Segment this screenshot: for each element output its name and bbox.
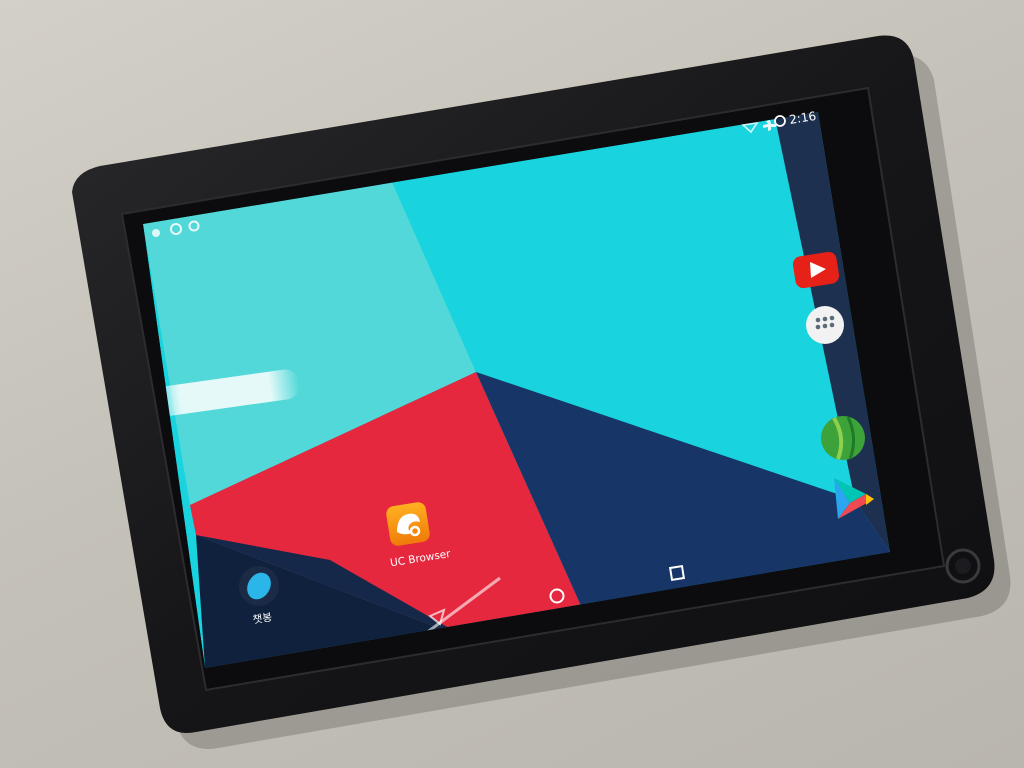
download-icon xyxy=(152,229,160,237)
photo-scene: 2:16 UC Browser 챗봉 xyxy=(0,0,1024,768)
dock-youtube[interactable] xyxy=(792,251,840,289)
tablet-photo: 2:16 UC Browser 챗봉 xyxy=(72,35,1011,749)
dock-green-app[interactable] xyxy=(821,416,865,460)
leaf-ball-icon xyxy=(821,416,865,460)
dock-app-drawer[interactable] xyxy=(806,306,844,344)
hardware-button xyxy=(945,548,981,584)
